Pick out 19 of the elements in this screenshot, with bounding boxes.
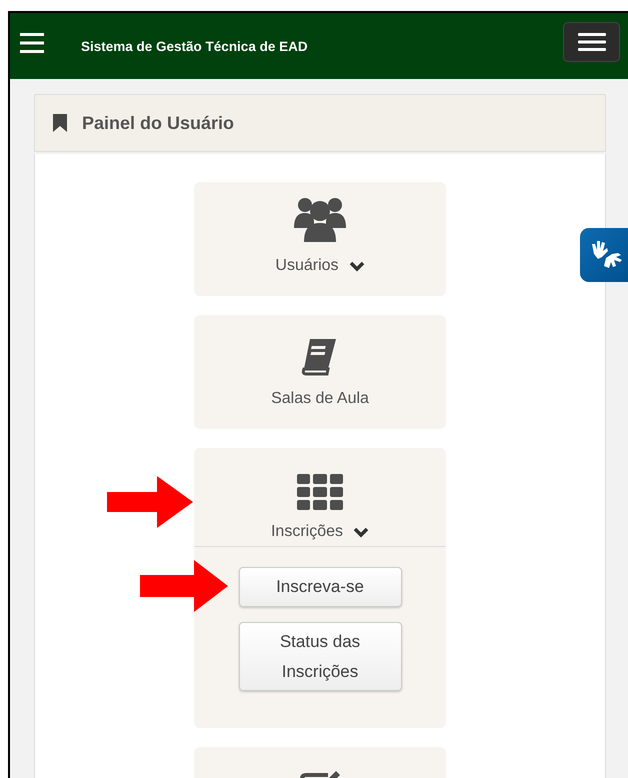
tile-label: Usuários [275, 257, 339, 275]
menu-tile[interactable]: Salas de Aula [194, 315, 446, 429]
app-title: Sistema de Gestão Técnica de EAD [81, 38, 309, 54]
menu-tile[interactable]: Usuários [194, 182, 446, 296]
submenu-button[interactable]: Inscreva-se [238, 567, 402, 607]
panel-title: Painel do Usuário [82, 112, 234, 134]
tile-label: Inscrições [270, 523, 344, 541]
chevron-down-icon[interactable] [353, 526, 370, 538]
menu-tile[interactable]: Inscrições Inscreva-se Status das Inscrições [194, 448, 446, 728]
chevron-down-icon[interactable] [348, 260, 365, 272]
tile-label: Salas de Aula [271, 390, 369, 408]
submenu-button[interactable]: Status das Inscrições [238, 622, 402, 692]
sign-language-icon[interactable] [580, 228, 628, 282]
menu-icon [578, 32, 606, 52]
menu-button[interactable] [563, 22, 620, 62]
menu-icon[interactable] [20, 32, 44, 54]
users-icon [294, 196, 346, 244]
bookmark-icon [53, 114, 67, 132]
grid-icon [297, 474, 343, 510]
